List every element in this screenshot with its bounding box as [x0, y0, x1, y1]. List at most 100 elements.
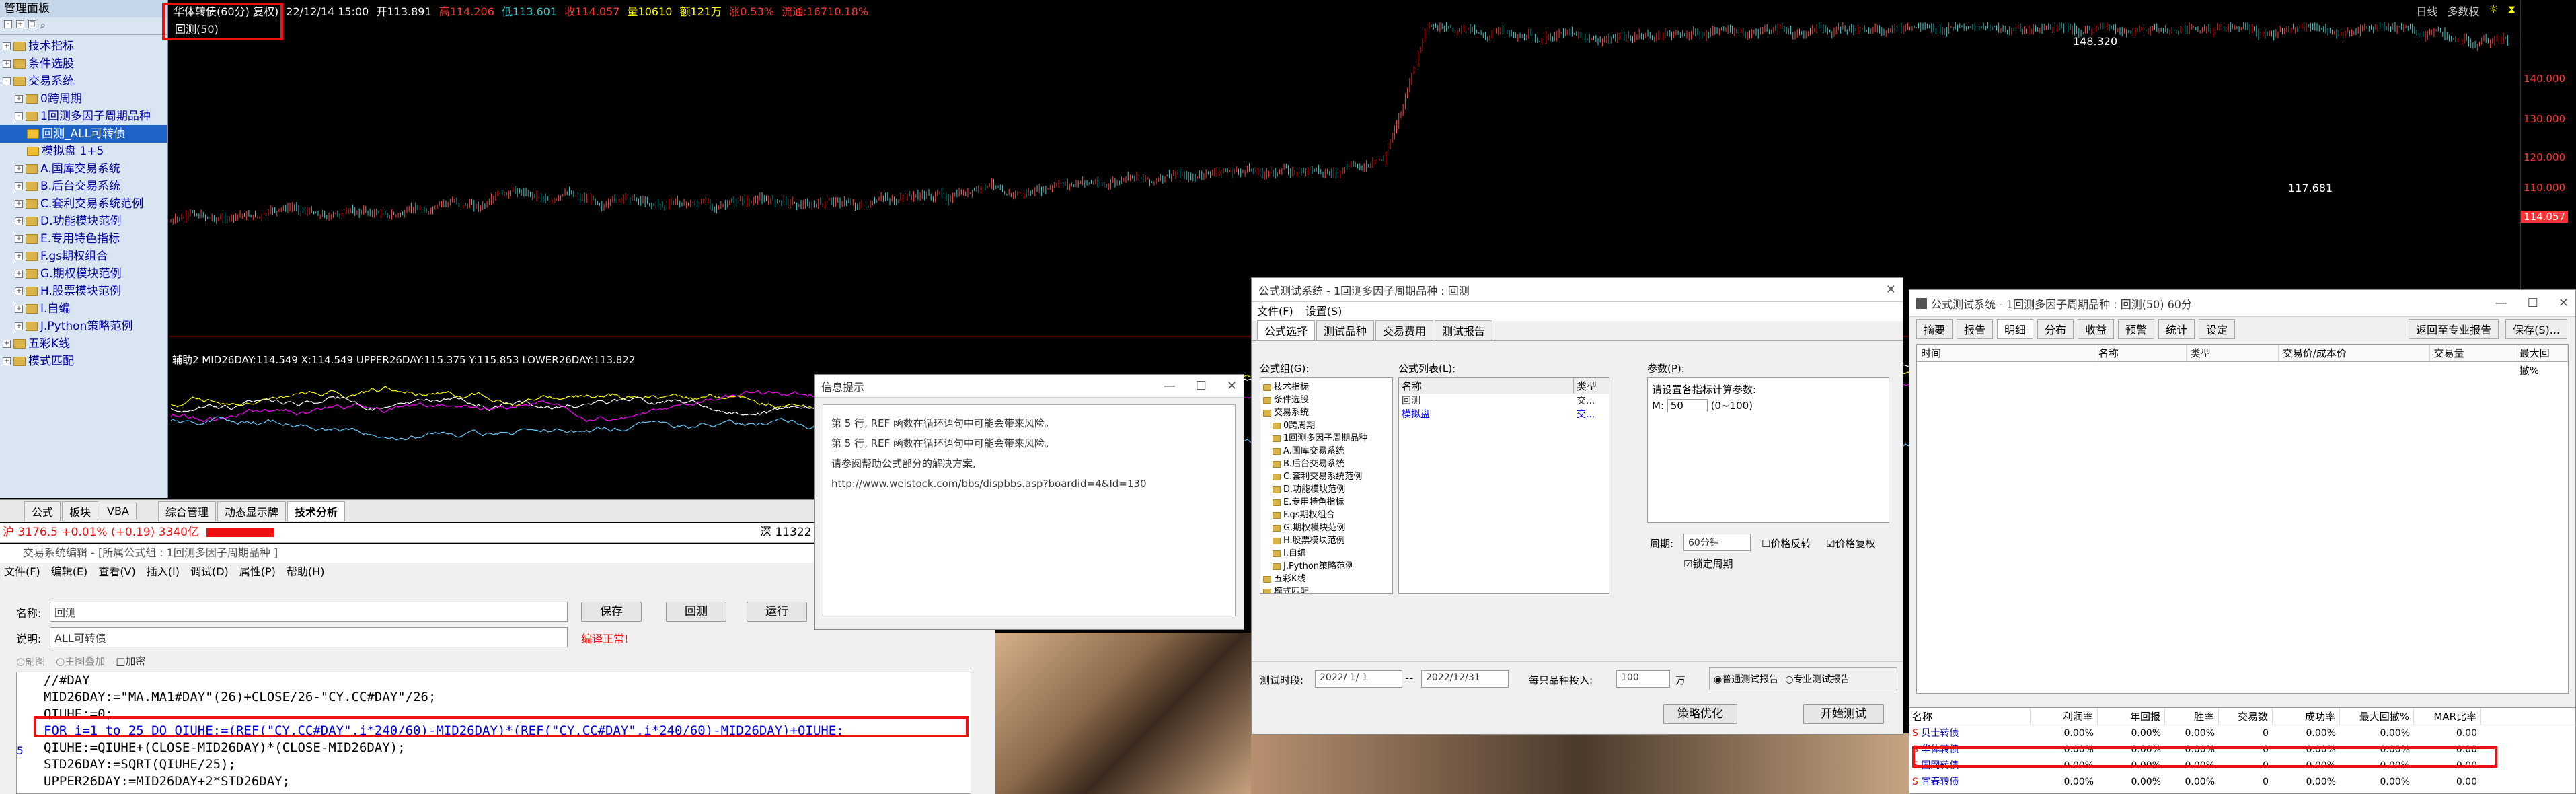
run-button[interactable]: 运行 [747, 602, 807, 622]
expand-icon[interactable]: + [15, 182, 23, 190]
summary-col-header[interactable]: 成功率 [2273, 708, 2340, 725]
tab-technical[interactable]: 技术分析 [287, 501, 345, 521]
test-tab[interactable]: 测试报告 [1435, 320, 1493, 340]
option-encrypt[interactable]: □加密 [116, 654, 145, 668]
tree-item[interactable]: 回测_ALL可转债 [0, 125, 167, 143]
result-tab[interactable]: 统计 [2158, 319, 2195, 339]
editor-menu-item[interactable]: 调试(D) [190, 563, 229, 581]
summary-col-header[interactable]: 利润率 [2031, 708, 2098, 725]
tree-item[interactable]: + B.后台交易系统 [0, 178, 167, 195]
expand-icon[interactable]: + [15, 287, 23, 295]
test-tab[interactable]: 公式选择 [1257, 320, 1316, 340]
tree-item[interactable]: +0跨周期 [0, 90, 167, 108]
indicator-label[interactable]: 回测(50) [175, 20, 219, 36]
formula-list-row[interactable]: 模拟盘 交... [1399, 408, 1609, 421]
editor-menu-item[interactable]: 文件(F) [4, 563, 40, 581]
start-test-button[interactable]: 开始测试 [1803, 704, 1884, 724]
group-tree-item[interactable]: C.套利交易系统范例 [1263, 470, 1390, 483]
close-icon[interactable]: ✕ [2559, 296, 2569, 310]
tree-item[interactable]: 模拟盘 1+5 [0, 143, 167, 160]
tab-formula[interactable]: 公式 [24, 501, 61, 521]
minimize-icon[interactable]: — [1164, 379, 1176, 393]
expand-icon[interactable]: + [15, 165, 23, 173]
expand-icon[interactable]: + [15, 217, 23, 225]
lightbulb-icon[interactable]: ☼ [2489, 3, 2498, 19]
group-tree-item[interactable]: F.gs期权组合 [1263, 509, 1390, 521]
tree-item[interactable]: + C.套利交易系统范例 [0, 195, 167, 213]
editor-menu-item[interactable]: 查看(V) [98, 563, 135, 581]
tree-item[interactable]: + G.期权模块范例 [0, 265, 167, 283]
expand-icon[interactable]: + [15, 270, 23, 278]
group-tree-item[interactable]: B.后台交易系统 [1263, 458, 1390, 470]
option-subchart[interactable]: ○副图 [16, 654, 45, 668]
tree-item[interactable]: + I.自编 [0, 300, 167, 318]
period-select[interactable]: 60分钟 [1683, 534, 1751, 551]
desc-input[interactable]: ALL可转债 [50, 627, 568, 647]
group-tree-item[interactable]: 条件选股 [1263, 394, 1390, 406]
tree-item[interactable]: + 模式匹配 [0, 353, 167, 370]
summary-table[interactable]: 名称 利润率 年回报 胜率 交易数 成功率 最大回撤% MAR比率 S 贝士转债 0.00% 0.… [1909, 707, 2575, 793]
tab-manage[interactable]: 综合管理 [157, 501, 216, 521]
search-icon[interactable]: ⌕ [40, 20, 46, 32]
price-adjust-checkbox[interactable]: ☑价格复权 [1826, 536, 1875, 550]
group-tree-item[interactable]: D.功能模块范例 [1263, 483, 1390, 496]
pro-report-button[interactable]: 返回至专业报告 [2409, 319, 2499, 339]
group-tree-item[interactable]: 1回测多因子周期品种 [1263, 432, 1390, 445]
minimize-icon[interactable]: — [2495, 296, 2507, 310]
summary-col-header[interactable]: 年回报 [2098, 708, 2165, 725]
group-tree-item[interactable]: E.专用特色指标 [1263, 496, 1390, 509]
maximize-icon[interactable]: ☐ [2528, 296, 2538, 310]
result-tab[interactable]: 摘要 [1916, 319, 1953, 339]
group-tree-item[interactable]: 五彩K线 [1263, 573, 1390, 585]
option-overlay[interactable]: ○主图叠加 [56, 654, 105, 668]
group-tree-item[interactable]: H.股票模块范例 [1263, 534, 1390, 547]
pro-report-radio[interactable]: ○专业测试报告 [1785, 672, 1850, 686]
result-tab[interactable]: 报告 [1957, 319, 1994, 339]
group-tree-item[interactable]: 技术指标 [1263, 381, 1390, 394]
formula-list-row[interactable]: 回测 交... [1399, 394, 1609, 408]
editor-menu-item[interactable]: 编辑(E) [51, 563, 88, 581]
expand-icon[interactable]: + [3, 340, 11, 348]
summary-row[interactable]: S 贝士转债 0.00% 0.00% 0.00% 0 0.00% 0.00% 0.00 [1909, 725, 2575, 742]
test-tab[interactable]: 交易费用 [1375, 320, 1434, 340]
expand-icon[interactable]: + [15, 305, 23, 313]
group-tree-item[interactable]: 模式匹配 [1263, 585, 1390, 593]
tree-item[interactable]: + 五彩K线 [0, 335, 167, 353]
detail-col-header[interactable]: 名称 [2094, 345, 2187, 361]
summary-col-header[interactable]: 名称 [1909, 708, 2031, 725]
collapse-icon[interactable]: - [15, 112, 23, 120]
group-tree-item[interactable]: I.自编 [1263, 547, 1390, 560]
expand-icon[interactable]: + [3, 357, 11, 365]
date-to[interactable]: 2022/12/31 [1421, 670, 1509, 688]
param-value-input[interactable]: 50 [1667, 399, 1708, 412]
collapse-icon[interactable]: - [3, 77, 11, 85]
tab-block[interactable]: 板块 [62, 501, 99, 521]
expand-icon[interactable]: + [3, 42, 11, 50]
tree-item[interactable]: + D.功能模块范例 [0, 213, 167, 230]
test-tab[interactable]: 测试品种 [1316, 320, 1375, 340]
summary-col-header[interactable]: 胜率 [2165, 708, 2219, 725]
save-button[interactable]: 保存(S)... [2505, 319, 2567, 339]
result-tab[interactable]: 分布 [2037, 319, 2074, 339]
expand-icon[interactable]: + [15, 200, 23, 208]
tree-item[interactable]: + E.专用特色指标 [0, 230, 167, 248]
group-tree-item[interactable]: J.Python策略范例 [1263, 560, 1390, 573]
tab-dynamic[interactable]: 动态显示牌 [217, 501, 286, 521]
summary-row[interactable]: S 宜春转债 0.00% 0.00% 0.00% 0 0.00% 0.00% 0.00 [1909, 774, 2575, 790]
editor-menu-item[interactable]: 属性(P) [239, 563, 276, 581]
group-tree-item[interactable]: G.期权模块范例 [1263, 521, 1390, 534]
save-button[interactable]: 保存 [581, 602, 642, 622]
group-tree-item[interactable]: 交易系统 [1263, 406, 1390, 419]
result-tab[interactable]: 预警 [2118, 319, 2155, 339]
tree-item[interactable]: + F.gs期权组合 [0, 248, 167, 265]
test-menu-item[interactable]: 文件(F) [1257, 302, 1293, 321]
backtest-button[interactable]: 回测 [666, 602, 726, 622]
detail-col-header[interactable]: 类型 [2187, 345, 2279, 361]
lock-period-checkbox[interactable]: ☑锁定周期 [1683, 556, 1733, 571]
group-tree-item[interactable]: 0跨周期 [1263, 419, 1390, 432]
detail-table[interactable]: 时间 名称 类型 交易价/成本价 交易量 最大回撤% [1916, 344, 2569, 694]
tree-item[interactable]: + 技术指标 [0, 38, 167, 55]
result-tab[interactable]: 收益 [2078, 319, 2115, 339]
name-input[interactable]: 回测 [50, 602, 568, 622]
detail-col-header[interactable]: 时间 [1917, 345, 2094, 361]
